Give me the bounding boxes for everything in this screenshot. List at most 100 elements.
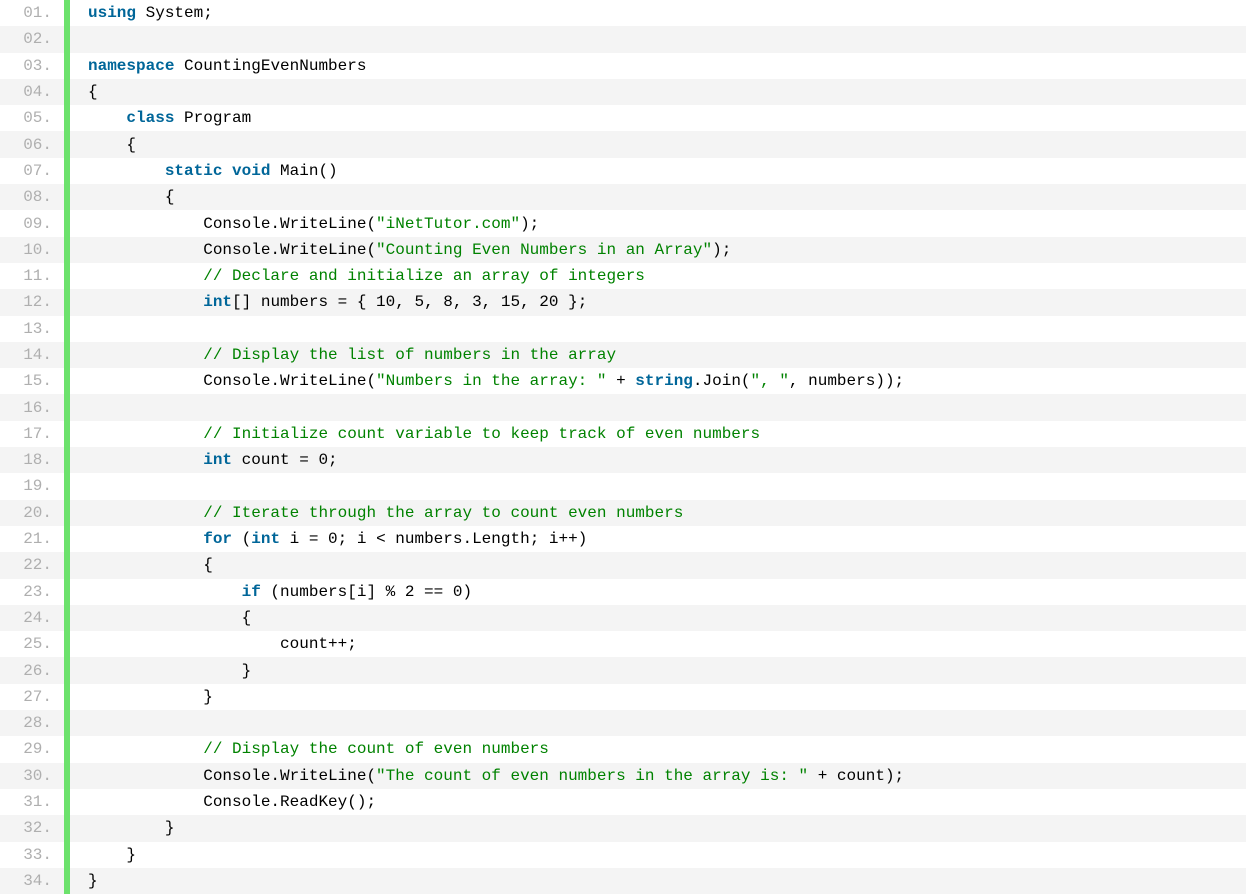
token-kw: string (635, 372, 693, 390)
token-kw: for (203, 530, 232, 548)
line-number: 04. (0, 83, 64, 101)
code-content[interactable] (70, 320, 98, 338)
token-plain: count++; (88, 635, 357, 653)
token-plain: + count); (808, 767, 904, 785)
code-content[interactable]: { (70, 188, 174, 206)
token-plain: System; (136, 4, 213, 22)
code-content[interactable]: { (70, 609, 251, 627)
code-content[interactable] (70, 30, 98, 48)
line-number: 34. (0, 872, 64, 890)
token-plain: Console.WriteLine( (88, 767, 376, 785)
line-number: 32. (0, 819, 64, 837)
line-number: 09. (0, 215, 64, 233)
code-content[interactable]: static void Main() (70, 162, 338, 180)
token-plain (88, 346, 203, 364)
code-content[interactable]: int[] numbers = { 10, 5, 8, 3, 15, 20 }; (70, 293, 587, 311)
code-content[interactable]: int count = 0; (70, 451, 338, 469)
token-plain (88, 30, 98, 48)
token-plain (88, 425, 203, 443)
code-content[interactable]: { (70, 136, 136, 154)
code-content[interactable]: using System; (70, 4, 213, 22)
code-line: 04. { (0, 79, 1246, 105)
token-kw: namespace (88, 57, 174, 75)
line-number: 08. (0, 188, 64, 206)
token-comment: // Display the list of numbers in the ar… (203, 346, 616, 364)
code-content[interactable]: if (numbers[i] % 2 == 0) (70, 583, 472, 601)
line-number: 15. (0, 372, 64, 390)
code-line: 15. Console.WriteLine("Numbers in the ar… (0, 368, 1246, 394)
code-content[interactable]: Console.WriteLine("The count of even num… (70, 767, 904, 785)
code-content[interactable]: // Display the list of numbers in the ar… (70, 346, 616, 364)
code-content[interactable]: // Initialize count variable to keep tra… (70, 425, 760, 443)
token-plain (88, 504, 203, 522)
code-content[interactable]: count++; (70, 635, 357, 653)
line-number: 12. (0, 293, 64, 311)
token-plain: CountingEvenNumbers (174, 57, 366, 75)
line-number: 05. (0, 109, 64, 127)
token-plain: Program (174, 109, 251, 127)
line-number: 01. (0, 4, 64, 22)
code-content[interactable]: } (70, 872, 98, 890)
token-plain: { (88, 136, 136, 154)
code-content[interactable]: } (70, 819, 174, 837)
code-line: 13. (0, 316, 1246, 342)
line-number: 31. (0, 793, 64, 811)
token-plain: Console.ReadKey(); (88, 793, 376, 811)
line-number: 02. (0, 30, 64, 48)
code-line: 12. int[] numbers = { 10, 5, 8, 3, 15, 2… (0, 289, 1246, 315)
code-content[interactable]: class Program (70, 109, 251, 127)
code-content[interactable]: { (70, 83, 98, 101)
line-number: 14. (0, 346, 64, 364)
token-plain (88, 267, 203, 285)
token-str: "Counting Even Numbers in an Array" (376, 241, 712, 259)
code-content[interactable] (70, 399, 98, 417)
code-line: 03.namespace CountingEvenNumbers (0, 53, 1246, 79)
code-line: 21. for (int i = 0; i < numbers.Length; … (0, 526, 1246, 552)
code-line: 31. Console.ReadKey(); (0, 789, 1246, 815)
code-content[interactable]: // Declare and initialize an array of in… (70, 267, 645, 285)
line-number: 20. (0, 504, 64, 522)
token-plain (88, 714, 98, 732)
line-number: 06. (0, 136, 64, 154)
line-number: 13. (0, 320, 64, 338)
line-number: 22. (0, 556, 64, 574)
code-content[interactable]: Console.WriteLine("Counting Even Numbers… (70, 241, 731, 259)
code-line: 33. } (0, 842, 1246, 868)
code-content[interactable]: Console.WriteLine("iNetTutor.com"); (70, 215, 539, 233)
code-content[interactable] (70, 477, 98, 495)
line-number: 28. (0, 714, 64, 732)
code-content[interactable]: } (70, 688, 213, 706)
code-content[interactable]: // Iterate through the array to count ev… (70, 504, 683, 522)
code-line: 19. (0, 473, 1246, 499)
line-number: 24. (0, 609, 64, 627)
line-number: 19. (0, 477, 64, 495)
line-number: 11. (0, 267, 64, 285)
token-plain: { (88, 188, 174, 206)
token-plain: { (88, 556, 213, 574)
code-line: 18. int count = 0; (0, 447, 1246, 473)
code-content[interactable]: Console.WriteLine("Numbers in the array:… (70, 372, 904, 390)
line-number: 16. (0, 399, 64, 417)
code-content[interactable]: namespace CountingEvenNumbers (70, 57, 366, 75)
token-plain (88, 399, 98, 417)
code-content[interactable]: } (70, 662, 251, 680)
token-kw: int (203, 293, 232, 311)
code-line: 24. { (0, 605, 1246, 631)
code-content[interactable]: Console.ReadKey(); (70, 793, 376, 811)
code-line: 07. static void Main() (0, 158, 1246, 184)
line-number: 18. (0, 451, 64, 469)
token-plain (88, 477, 98, 495)
code-content[interactable]: } (70, 846, 136, 864)
code-content[interactable] (70, 714, 98, 732)
code-content[interactable]: for (int i = 0; i < numbers.Length; i++) (70, 530, 587, 548)
code-line: 28. (0, 710, 1246, 736)
code-line: 27. } (0, 684, 1246, 710)
token-kw: int (203, 451, 232, 469)
token-kw: using (88, 4, 136, 22)
line-number: 25. (0, 635, 64, 653)
code-line: 25. count++; (0, 631, 1246, 657)
code-content[interactable]: { (70, 556, 213, 574)
code-line: 17. // Initialize count variable to keep… (0, 421, 1246, 447)
code-line: 11. // Declare and initialize an array o… (0, 263, 1246, 289)
code-content[interactable]: // Display the count of even numbers (70, 740, 549, 758)
